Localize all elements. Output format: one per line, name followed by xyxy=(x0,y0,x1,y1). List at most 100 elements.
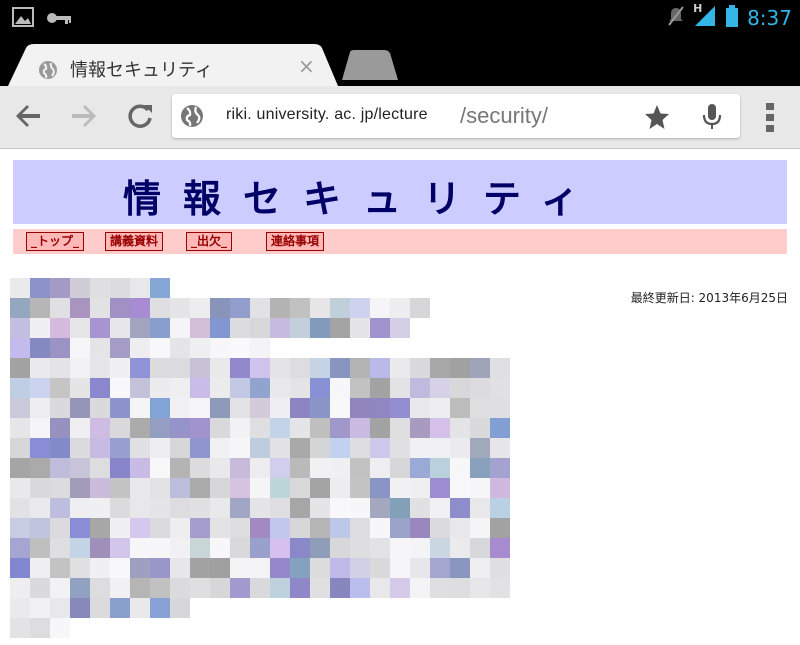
browser-toolbar: riki. university. ac. jp/lecture /securi… xyxy=(0,86,800,149)
nav-link-top[interactable]: _トップ_ xyxy=(26,232,85,251)
mosaic-cell xyxy=(490,358,510,378)
mosaic-cell xyxy=(170,378,190,398)
mosaic-cell xyxy=(370,398,390,418)
mosaic-cell xyxy=(330,438,350,458)
new-tab-button[interactable] xyxy=(340,50,398,84)
mosaic-cell xyxy=(370,458,390,478)
tab-title: 情報セキュリティ xyxy=(70,60,213,81)
mosaic-cell xyxy=(330,558,350,578)
mosaic-cell xyxy=(250,558,270,578)
mosaic-cell xyxy=(490,478,510,498)
mosaic-cell xyxy=(250,498,270,518)
mosaic-cell xyxy=(470,378,490,398)
mosaic-cell xyxy=(10,518,30,538)
mosaic-cell xyxy=(310,478,330,498)
mosaic-cell xyxy=(290,458,310,478)
mosaic-cell xyxy=(330,378,350,398)
active-tab[interactable]: 情報セキュリティ × xyxy=(8,44,338,86)
forward-button[interactable] xyxy=(70,102,98,134)
nav-link-attendance[interactable]: _出欠_ xyxy=(186,232,233,251)
mosaic-cell xyxy=(310,298,330,318)
nav-link-materials[interactable]: 講義資料 xyxy=(105,232,164,251)
mosaic-cell xyxy=(230,358,250,378)
mosaic-cell xyxy=(170,438,190,458)
overflow-menu-icon[interactable] xyxy=(764,102,776,136)
mosaic-cell xyxy=(430,538,450,558)
back-button[interactable] xyxy=(14,102,42,134)
mosaic-cell xyxy=(150,438,170,458)
mosaic-cell xyxy=(110,558,130,578)
mosaic-cell xyxy=(130,438,150,458)
mosaic-cell xyxy=(330,578,350,598)
mosaic-cell xyxy=(250,398,270,418)
mosaic-cell xyxy=(330,298,350,318)
mosaic-cell xyxy=(50,518,70,538)
mosaic-cell xyxy=(390,378,410,398)
mosaic-cell xyxy=(130,298,150,318)
mosaic-cell xyxy=(230,518,250,538)
mosaic-cell xyxy=(430,358,450,378)
address-bar[interactable]: riki. university. ac. jp/lecture /securi… xyxy=(172,94,740,138)
mosaic-cell xyxy=(310,578,330,598)
mosaic-cell xyxy=(30,478,50,498)
mosaic-cell xyxy=(490,538,510,558)
mosaic-cell xyxy=(70,538,90,558)
mosaic-cell xyxy=(70,598,90,618)
mosaic-cell xyxy=(490,378,510,398)
mosaic-cell xyxy=(90,438,110,458)
mosaic-cell xyxy=(410,398,430,418)
mosaic-cell xyxy=(250,298,270,318)
mosaic-cell xyxy=(190,338,210,358)
mosaic-cell xyxy=(490,578,510,598)
mosaic-cell xyxy=(10,618,30,638)
mosaic-cell xyxy=(170,558,190,578)
mosaic-cell xyxy=(110,378,130,398)
mosaic-cell xyxy=(270,458,290,478)
mosaic-cell xyxy=(230,378,250,398)
tab-strip: 情報セキュリティ × xyxy=(0,36,800,86)
battery-icon xyxy=(725,4,739,32)
mosaic-cell xyxy=(250,338,270,358)
mosaic-cell xyxy=(30,418,50,438)
mosaic-cell xyxy=(150,358,170,378)
mosaic-cell xyxy=(50,538,70,558)
mosaic-cell xyxy=(10,378,30,398)
mosaic-cell xyxy=(270,418,290,438)
mosaic-cell xyxy=(110,438,130,458)
mosaic-cell xyxy=(150,418,170,438)
mosaic-cell xyxy=(490,398,510,418)
mosaic-cell xyxy=(70,458,90,478)
mosaic-cell xyxy=(290,318,310,338)
mosaic-cell xyxy=(170,398,190,418)
mosaic-cell xyxy=(170,598,190,618)
mosaic-cell xyxy=(470,398,490,418)
close-tab-icon[interactable]: × xyxy=(298,54,315,78)
microphone-icon[interactable] xyxy=(702,103,722,135)
mosaic-cell xyxy=(90,318,110,338)
mosaic-cell xyxy=(50,398,70,418)
mosaic-cell xyxy=(450,518,470,538)
reload-button[interactable] xyxy=(126,102,154,134)
mosaic-cell xyxy=(290,358,310,378)
mosaic-cell xyxy=(130,458,150,478)
site-info-icon[interactable] xyxy=(180,104,204,132)
mosaic-cell xyxy=(430,418,450,438)
mosaic-cell xyxy=(230,298,250,318)
mosaic-cell xyxy=(10,538,30,558)
mosaic-cell xyxy=(190,518,210,538)
mosaic-cell xyxy=(450,498,470,518)
bookmark-star-icon[interactable] xyxy=(644,104,670,134)
mosaic-cell xyxy=(350,378,370,398)
mosaic-cell xyxy=(410,518,430,538)
mosaic-cell xyxy=(150,578,170,598)
mosaic-cell xyxy=(50,438,70,458)
mosaic-cell xyxy=(230,558,250,578)
mosaic-cell xyxy=(190,398,210,418)
mosaic-cell xyxy=(350,518,370,538)
mosaic-cell xyxy=(210,338,230,358)
mosaic-cell xyxy=(330,478,350,498)
nav-link-notices[interactable]: 連絡事項 xyxy=(266,232,325,251)
mosaic-cell xyxy=(50,298,70,318)
mosaic-cell xyxy=(370,298,390,318)
mosaic-cell xyxy=(10,458,30,478)
